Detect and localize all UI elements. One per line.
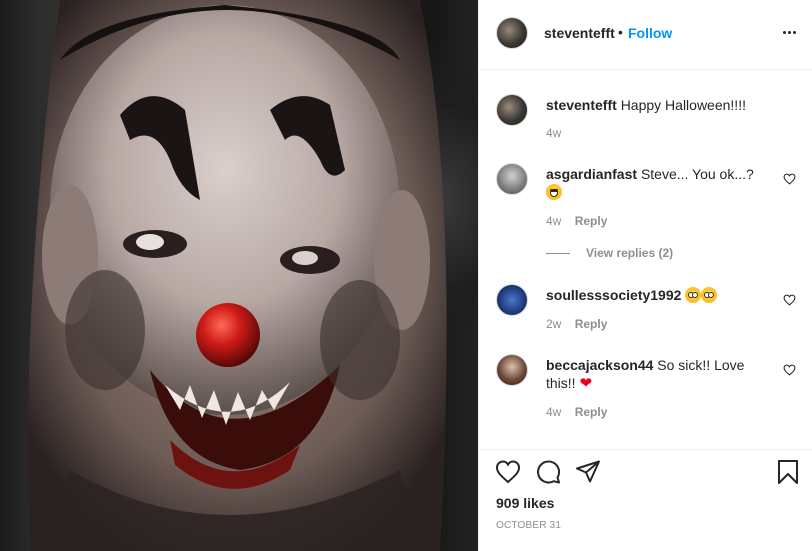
post-header: steventefft • Follow [479,0,812,70]
comment-meta: 4w Reply [546,214,617,228]
comment-body: soullesssociety1992 [546,286,774,304]
clown-tattoo-photo [28,0,447,551]
comment-username[interactable]: asgardianfast [546,166,637,182]
divider [479,449,812,450]
like-comment-heart-icon[interactable] [783,294,796,306]
divider [546,252,570,254]
caption-body: steventefft Happy Halloween!!!! [546,96,774,114]
comment-body: beccajackson44 So sick!! Love this!! ❤ [546,356,774,393]
reply-button[interactable]: Reply [575,405,608,419]
post-photo[interactable] [0,0,478,551]
reply-button[interactable]: Reply [575,214,608,228]
comment-age: 4w [546,214,562,228]
comment-body: asgardianfast Steve... You ok...? [546,165,774,201]
share-paper-plane-icon[interactable] [575,459,601,485]
like-comment-heart-icon[interactable] [783,364,796,376]
red-heart-emoji: ❤ [579,375,593,392]
post-sidebar: steventefft • Follow steventefft Happy H… [478,0,812,551]
comments-list[interactable]: steventefft Happy Halloween!!!! 4w asgar… [479,71,812,449]
comment-bubble-icon[interactable] [535,459,561,485]
commenter-avatar[interactable] [496,163,528,195]
bookmark-icon[interactable] [775,459,801,485]
comment-meta: 2w Reply [546,317,617,331]
comment-meta: 4w Reply [546,405,617,419]
caption-avatar[interactable] [496,94,528,126]
author-username[interactable]: steventefft [544,25,615,41]
commenter-avatar[interactable] [496,354,528,386]
flushed-emoji [685,287,702,303]
caption-username[interactable]: steventefft [546,97,617,113]
comment-username[interactable]: beccajackson44 [546,357,653,373]
commenter-avatar[interactable] [496,284,528,316]
flushed-emoji [701,287,718,303]
comment-username[interactable]: soullesssociety1992 [546,287,681,303]
separator-dot: • [618,24,623,40]
like-heart-icon[interactable] [495,459,521,485]
follow-button[interactable]: Follow [628,25,672,41]
reply-button[interactable]: Reply [575,317,608,331]
like-comment-heart-icon[interactable] [783,173,796,185]
view-replies-label: View replies (2) [586,246,674,260]
more-options-icon[interactable] [782,24,798,40]
comment-age: 4w [546,405,562,419]
comment-text: Steve... You ok...? [640,166,754,182]
comment-age: 2w [546,317,562,331]
caption-meta: 4w [546,126,571,140]
author-avatar[interactable] [496,17,528,49]
view-replies-button[interactable]: View replies (2) [546,246,673,260]
caption-text: Happy Halloween!!!! [620,97,746,113]
post-date[interactable]: OCTOBER 31 [496,520,561,531]
grinning-sweat-emoji [546,184,562,200]
likes-count[interactable]: 909 likes [496,495,554,511]
caption-age: 4w [546,126,562,140]
